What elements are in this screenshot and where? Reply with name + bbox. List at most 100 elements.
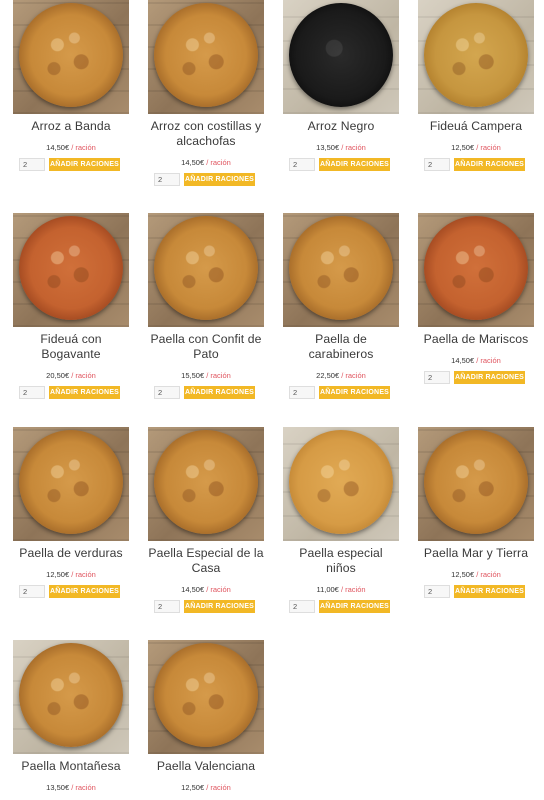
price-unit: / ración: [340, 585, 366, 594]
product-card: Arroz Negro 13,50€ / ración AÑADIR RACIO…: [283, 0, 399, 171]
price-amount: 14,50€: [46, 143, 70, 152]
product-price: 12,50€ / ración: [418, 570, 534, 579]
product-image[interactable]: [283, 427, 399, 541]
add-portions-button[interactable]: AÑADIR RACIONES: [49, 386, 120, 399]
product-price: 12,50€ / ración: [13, 570, 129, 579]
product-name[interactable]: Paella especial niños: [283, 546, 399, 576]
add-portions-button[interactable]: AÑADIR RACIONES: [49, 158, 120, 171]
product-price: 13,50€ / ración: [283, 143, 399, 152]
product-price: 13,50€ / ración: [13, 783, 129, 792]
add-portions-button[interactable]: AÑADIR RACIONES: [319, 386, 390, 399]
product-name[interactable]: Paella de Mariscos: [418, 332, 534, 347]
product-image[interactable]: [13, 640, 129, 754]
price-unit: / ración: [476, 356, 501, 365]
product-card: Arroz a Banda 14,50€ / ración AÑADIR RAC…: [13, 0, 129, 171]
product-image[interactable]: [418, 213, 534, 327]
product-card: Paella de Mariscos 14,50€ / ración AÑADI…: [418, 213, 534, 384]
add-portions-button[interactable]: AÑADIR RACIONES: [319, 158, 390, 171]
product-image[interactable]: [148, 0, 264, 114]
product-name[interactable]: Paella Valenciana: [148, 759, 264, 774]
product-card: Paella Mar y Tierra 12,50€ / ración AÑAD…: [418, 427, 534, 598]
product-image[interactable]: [418, 0, 534, 114]
price-unit: / ración: [206, 371, 231, 380]
price-unit: / ración: [206, 783, 231, 792]
product-price: 20,50€ / ración: [13, 371, 129, 380]
add-portions-button[interactable]: AÑADIR RACIONES: [49, 585, 120, 598]
add-to-cart-row: AÑADIR RACIONES: [418, 585, 534, 598]
quantity-input[interactable]: [424, 371, 450, 384]
price-amount: 12,50€: [451, 143, 475, 152]
quantity-input[interactable]: [289, 386, 315, 399]
add-portions-button[interactable]: AÑADIR RACIONES: [184, 600, 255, 613]
product-name[interactable]: Paella Especial de la Casa: [148, 546, 264, 576]
product-name[interactable]: Paella de verduras: [13, 546, 129, 561]
product-card: Paella de carabineros 22,50€ / ración AÑ…: [283, 213, 399, 399]
product-image[interactable]: [418, 427, 534, 541]
product-name[interactable]: Fideuá Campera: [418, 119, 534, 134]
quantity-input[interactable]: [154, 386, 180, 399]
add-to-cart-row: AÑADIR RACIONES: [13, 386, 129, 399]
product-image[interactable]: [13, 0, 129, 114]
product-card: Arroz con costillas y alcachofas 14,50€ …: [148, 0, 264, 186]
product-price: 15,50€ / ración: [148, 371, 264, 380]
quantity-input[interactable]: [289, 600, 315, 613]
product-name[interactable]: Paella con Confit de Pato: [148, 332, 264, 362]
product-price: 22,50€ / ración: [283, 371, 399, 380]
quantity-input[interactable]: [424, 158, 450, 171]
product-price: 12,50€ / ración: [418, 143, 534, 152]
product-name[interactable]: Paella Mar y Tierra: [418, 546, 534, 561]
price-unit: / ración: [476, 570, 501, 579]
product-price: 14,50€ / ración: [13, 143, 129, 152]
product-name[interactable]: Fideuá con Bogavante: [13, 332, 129, 362]
product-image[interactable]: [283, 0, 399, 114]
price-amount: 22,50€: [316, 371, 340, 380]
price-amount: 12,50€: [451, 570, 475, 579]
product-name[interactable]: Arroz Negro: [283, 119, 399, 134]
quantity-input[interactable]: [289, 158, 315, 171]
price-amount: 11,00€: [316, 585, 339, 594]
quantity-input[interactable]: [19, 585, 45, 598]
quantity-input[interactable]: [19, 158, 45, 171]
price-unit: / ración: [71, 570, 96, 579]
product-card: Fideuá Campera 12,50€ / ración AÑADIR RA…: [418, 0, 534, 171]
add-to-cart-row: AÑADIR RACIONES: [283, 600, 399, 613]
add-portions-button[interactable]: AÑADIR RACIONES: [454, 371, 525, 384]
add-to-cart-row: AÑADIR RACIONES: [418, 158, 534, 171]
product-name[interactable]: Arroz con costillas y alcachofas: [148, 119, 264, 149]
product-card: Paella Valenciana 12,50€ / ración: [148, 640, 264, 792]
product-name[interactable]: Arroz a Banda: [13, 119, 129, 134]
quantity-input[interactable]: [424, 585, 450, 598]
add-to-cart-row: AÑADIR RACIONES: [418, 371, 534, 384]
product-image[interactable]: [13, 213, 129, 327]
add-to-cart-row: AÑADIR RACIONES: [148, 600, 264, 613]
add-portions-button[interactable]: AÑADIR RACIONES: [454, 158, 525, 171]
product-image[interactable]: [148, 213, 264, 327]
product-image[interactable]: [148, 427, 264, 541]
product-grid: Arroz a Banda 14,50€ / ración AÑADIR RAC…: [0, 0, 544, 800]
add-portions-button[interactable]: AÑADIR RACIONES: [184, 386, 255, 399]
quantity-input[interactable]: [154, 600, 180, 613]
product-image[interactable]: [283, 213, 399, 327]
add-to-cart-row: AÑADIR RACIONES: [283, 386, 399, 399]
add-portions-button[interactable]: AÑADIR RACIONES: [319, 600, 390, 613]
add-to-cart-row: AÑADIR RACIONES: [283, 158, 399, 171]
quantity-input[interactable]: [154, 173, 180, 186]
price-unit: / ración: [71, 783, 96, 792]
price-unit: / ración: [71, 371, 96, 380]
price-unit: / ración: [206, 158, 231, 167]
add-portions-button[interactable]: AÑADIR RACIONES: [184, 173, 255, 186]
product-card: Paella Montañesa 13,50€ / ración: [13, 640, 129, 792]
price-unit: / ración: [476, 143, 501, 152]
quantity-input[interactable]: [19, 386, 45, 399]
price-unit: / ración: [206, 585, 231, 594]
product-image[interactable]: [13, 427, 129, 541]
price-amount: 12,50€: [46, 570, 70, 579]
price-amount: 12,50€: [181, 783, 205, 792]
product-name[interactable]: Paella Montañesa: [13, 759, 129, 774]
price-amount: 14,50€: [181, 585, 205, 594]
product-name[interactable]: Paella de carabineros: [283, 332, 399, 362]
product-image[interactable]: [148, 640, 264, 754]
product-price: 11,00€ / ración: [283, 585, 399, 594]
add-portions-button[interactable]: AÑADIR RACIONES: [454, 585, 525, 598]
product-price: 12,50€ / ración: [148, 783, 264, 792]
